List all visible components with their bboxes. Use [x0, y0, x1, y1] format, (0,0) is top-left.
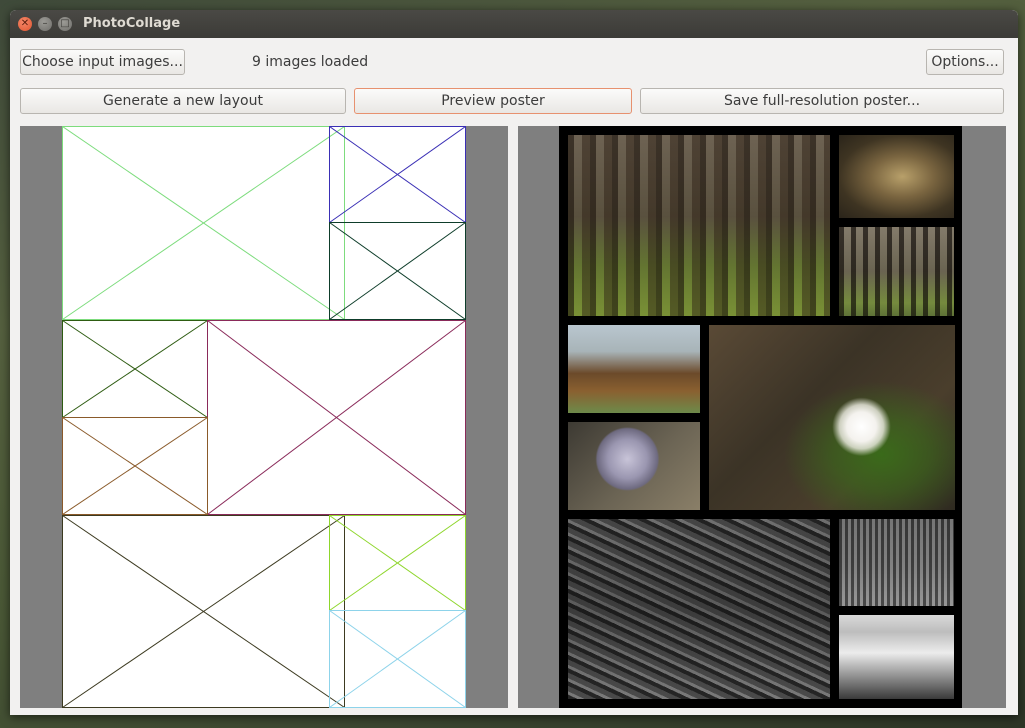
- generate-layout-button[interactable]: Generate a new layout: [20, 88, 346, 114]
- anemone-photo[interactable]: [709, 325, 955, 510]
- layout-wireframe: [62, 126, 466, 708]
- save-poster-button[interactable]: Save full-resolution poster...: [640, 88, 1004, 114]
- preview-poster-button[interactable]: Preview poster: [354, 88, 632, 114]
- window-title: PhotoCollage: [83, 16, 181, 31]
- orchard-photo[interactable]: [839, 519, 954, 606]
- minimize-icon[interactable]: –: [38, 17, 52, 31]
- title-bar: ✕ – □ PhotoCollage: [10, 10, 1018, 38]
- layout-preview-pane[interactable]: [20, 126, 508, 708]
- photocollage-window: ✕ – □ PhotoCollage Choose input images..…: [10, 10, 1018, 715]
- images-loaded-status: 9 images loaded: [252, 54, 369, 70]
- forest-path-photo[interactable]: [839, 227, 954, 316]
- poster-preview-pane[interactable]: [518, 126, 1006, 708]
- snail-photo[interactable]: [568, 422, 700, 510]
- snow-field-photo[interactable]: [839, 615, 954, 699]
- close-icon[interactable]: ✕: [18, 17, 32, 31]
- owl-photo[interactable]: [839, 135, 954, 218]
- options-button[interactable]: Options...: [926, 49, 1004, 75]
- poster-canvas: [559, 126, 962, 708]
- choose-input-images-button[interactable]: Choose input images...: [20, 49, 185, 75]
- maximize-icon[interactable]: □: [58, 17, 72, 31]
- church-photo[interactable]: [568, 325, 700, 413]
- forest-photo[interactable]: [568, 135, 830, 316]
- roots-photo[interactable]: [568, 519, 830, 699]
